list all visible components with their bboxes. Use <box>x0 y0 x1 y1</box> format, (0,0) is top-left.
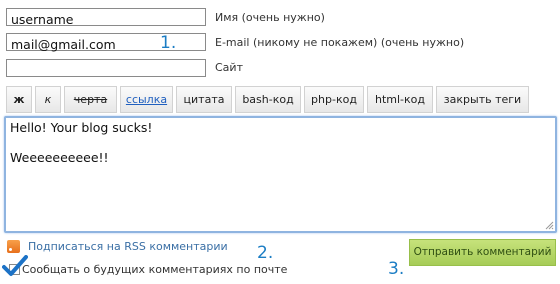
step-one-marker: 1. <box>160 33 177 53</box>
bash-code-button[interactable]: bash-код <box>235 86 301 113</box>
email-label: E-mail (никому не покажем) (очень нужно) <box>215 36 465 49</box>
name-label: Имя (очень нужно) <box>215 11 325 24</box>
strike-button[interactable]: черта <box>64 86 117 113</box>
resize-grip-icon[interactable] <box>545 221 554 230</box>
site-field[interactable] <box>6 59 206 79</box>
comment-editor[interactable]: Hello! Your blog sucks! Weeeeeeeeee!! <box>4 116 557 233</box>
name-input[interactable] <box>7 11 205 28</box>
bold-button[interactable]: ж <box>6 86 32 113</box>
site-input[interactable] <box>7 62 205 79</box>
php-code-button[interactable]: php-код <box>304 86 364 113</box>
comment-textarea[interactable]: Hello! Your blog sucks! Weeeeeeeeee!! <box>6 118 555 231</box>
step-three-marker: 3. <box>388 259 405 279</box>
rss-icon[interactable] <box>7 240 20 253</box>
close-tags-button[interactable]: закрыть теги <box>436 86 529 113</box>
html-code-button[interactable]: html-код <box>367 86 433 113</box>
step-two-marker: 2. <box>257 243 274 263</box>
notify-label: Сообщать о будущих комментариях по почте <box>22 263 288 276</box>
submit-comment-button[interactable]: Отправить комментарий <box>409 239 556 266</box>
quote-button[interactable]: цитата <box>176 86 232 113</box>
site-label: Сайт <box>215 61 243 74</box>
link-button[interactable]: ссылка <box>120 86 173 113</box>
name-field[interactable] <box>6 8 206 28</box>
italic-button[interactable]: к <box>35 86 61 113</box>
formatting-toolbar: ж к черта ссылка цитата bash-код php-код… <box>6 86 553 113</box>
rss-subscribe-link[interactable]: Подписаться на RSS комментарии <box>28 240 228 253</box>
